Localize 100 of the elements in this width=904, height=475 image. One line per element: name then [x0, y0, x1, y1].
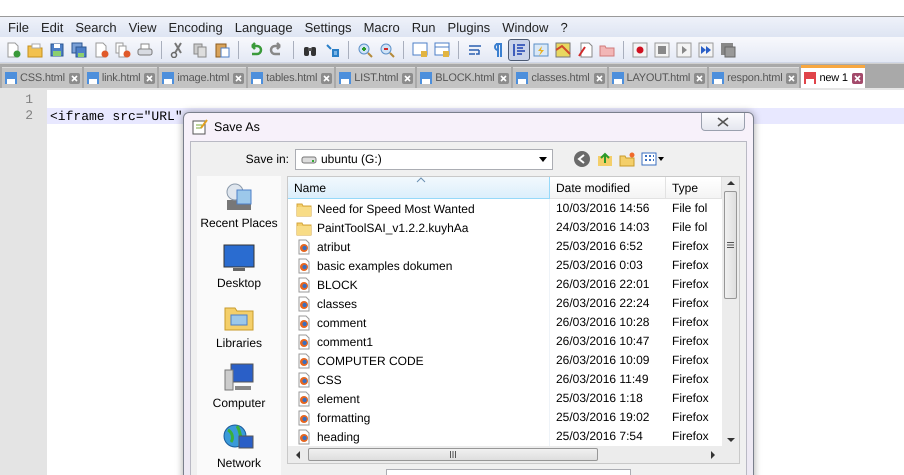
vertical-scrollbar[interactable] [722, 177, 739, 446]
place-item[interactable]: Recent Places [200, 216, 278, 230]
folder-icon [296, 220, 312, 236]
view-menu-icon[interactable] [641, 151, 665, 167]
file-name[interactable]: CSS [288, 370, 550, 389]
close-icon[interactable] [694, 72, 706, 84]
close-icon[interactable] [402, 72, 414, 84]
file-name[interactable]: element [288, 389, 550, 408]
file-name[interactable]: classes [288, 294, 550, 313]
type-cell-text: Firefox [671, 257, 710, 274]
file-tab[interactable]: BLOCK.html [417, 67, 512, 88]
save-icon [161, 71, 176, 85]
menu-item[interactable]: Search [69, 20, 123, 34]
type-cell-text: Firefox [671, 352, 710, 369]
save-icon [419, 71, 434, 85]
up-folder-icon[interactable] [597, 151, 613, 167]
menu-item[interactable]: Plugins [442, 20, 496, 34]
close-icon[interactable] [786, 72, 798, 84]
menu-item[interactable]: Run [406, 20, 442, 34]
place-item[interactable]: Network [216, 456, 261, 470]
menu-item[interactable]: View [122, 20, 163, 34]
file-tab[interactable]: LAYOUT.html [608, 67, 708, 88]
file-tab[interactable]: classes.html [513, 67, 607, 88]
file-name[interactable]: BLOCK [288, 275, 550, 294]
firefox-file-icon [296, 372, 312, 388]
firefox-file-icon [296, 428, 312, 444]
menu-item[interactable]: ? [554, 20, 574, 34]
date-cell-text: 25/03/2016 1:18 [555, 390, 644, 407]
firefox-file-icon [296, 352, 312, 368]
file-name[interactable]: comment1 [288, 332, 550, 351]
firefox-file-icon [296, 296, 312, 312]
date-cell-text: 26/03/2016 10:09 [555, 352, 650, 369]
dialog-title: Save As [214, 120, 261, 134]
file-name[interactable]: PaintToolSAI_v1.2.2.kuyhAa [288, 218, 550, 237]
caret-icon [539, 156, 547, 162]
save-all-icon [71, 42, 87, 58]
menu-item[interactable]: Language [228, 20, 299, 34]
file-name[interactable]: Need for Speed Most Wanted [288, 199, 550, 218]
close-button[interactable] [701, 113, 745, 131]
new-file-icon [5, 42, 21, 58]
zoom-out-icon [379, 42, 395, 58]
menu-item[interactable]: Macro [358, 20, 406, 34]
menu-item[interactable]: File [2, 20, 35, 34]
file-name[interactable]: COMPUTER CODE [288, 351, 550, 370]
menu-item[interactable]: Window [496, 20, 554, 34]
date-cell-text: 25/03/2016 6:52 [555, 238, 644, 255]
firefox-file-icon [296, 276, 312, 292]
type-cell-text: Firefox [671, 409, 710, 426]
firefox-file-icon [296, 410, 312, 426]
firefox-file-icon [296, 314, 312, 330]
close-icon[interactable] [68, 72, 80, 84]
grip-icon [727, 242, 734, 248]
close-icon[interactable] [498, 72, 510, 84]
file-name[interactable]: atribut [288, 237, 550, 256]
date-cell-text: 26/03/2016 10:47 [555, 333, 650, 350]
save-icon [803, 71, 818, 85]
line-number: 1 [24, 92, 34, 108]
file-tab[interactable]: LIST.html [336, 67, 416, 88]
file-tab[interactable]: tables.html [248, 67, 334, 88]
close-icon[interactable] [594, 72, 605, 84]
grip-icon [450, 451, 456, 458]
date-cell-text: 26/03/2016 22:24 [555, 295, 650, 312]
type-cell-text: Firefox [671, 371, 710, 388]
type-cell-text: File fol [671, 200, 708, 217]
place-item[interactable]: Computer [212, 396, 266, 410]
file-name[interactable]: formatting [288, 408, 550, 427]
new-folder-icon[interactable] [619, 151, 635, 167]
file-tab[interactable]: link.html [84, 67, 158, 88]
record-icon [632, 42, 648, 58]
save-in-dropdown[interactable]: ubuntu (G:) [295, 148, 553, 170]
close-icon[interactable] [321, 72, 332, 84]
save-icon [711, 71, 726, 85]
indent-guide-button[interactable] [508, 38, 530, 60]
type-cell-text: Firefox [671, 333, 710, 350]
firefox-file-icon [296, 258, 312, 274]
place-item[interactable]: Desktop [216, 276, 262, 290]
save-in-label: Save in: [244, 152, 289, 166]
close-icon[interactable] [852, 72, 863, 84]
print-icon [137, 42, 153, 58]
column-header[interactable]: Name [288, 177, 550, 199]
file-name[interactable]: basic examples dokumen [288, 256, 550, 275]
close-icon [717, 116, 729, 126]
column-header[interactable]: Type [666, 177, 722, 199]
file-tab[interactable]: image.html [159, 67, 246, 88]
indent-guide-icon [511, 42, 527, 58]
place-item[interactable]: Libraries [216, 336, 262, 350]
file-name[interactable]: comment [288, 313, 550, 332]
close-icon[interactable] [233, 72, 244, 84]
file-tab[interactable]: CSS.html [2, 67, 82, 88]
save-icon [86, 71, 100, 85]
menu-item[interactable]: Edit [34, 20, 70, 34]
close-icon[interactable] [144, 72, 156, 84]
horizontal-scrollbar[interactable] [288, 446, 739, 463]
column-header[interactable]: Date modified [550, 177, 666, 199]
menu-item[interactable]: Settings [298, 20, 358, 34]
menu-item[interactable]: Encoding [162, 20, 229, 34]
copy-icon [192, 42, 208, 58]
date-cell-text: 25/03/2016 0:03 [555, 257, 644, 274]
file-tab[interactable]: respon.html [709, 67, 800, 88]
file-tab[interactable]: new 1 [801, 65, 865, 88]
